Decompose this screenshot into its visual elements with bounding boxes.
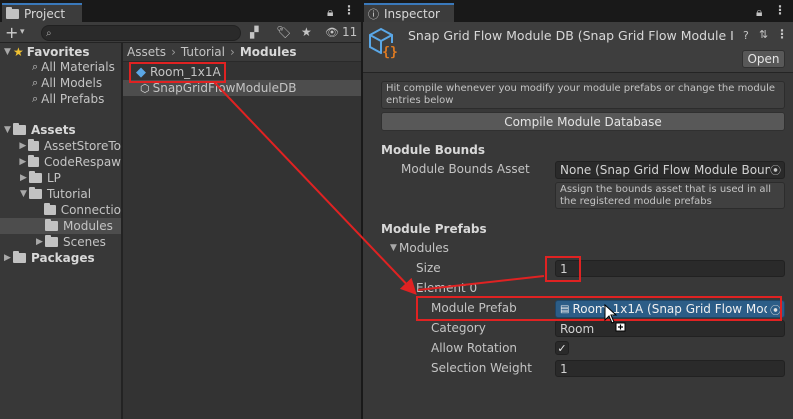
mouse-cursor-icon: [604, 304, 626, 332]
drag-arrows: [213, 81, 545, 295]
arrow-from-size: [417, 275, 545, 291]
arrow-to-element: [213, 81, 417, 295]
